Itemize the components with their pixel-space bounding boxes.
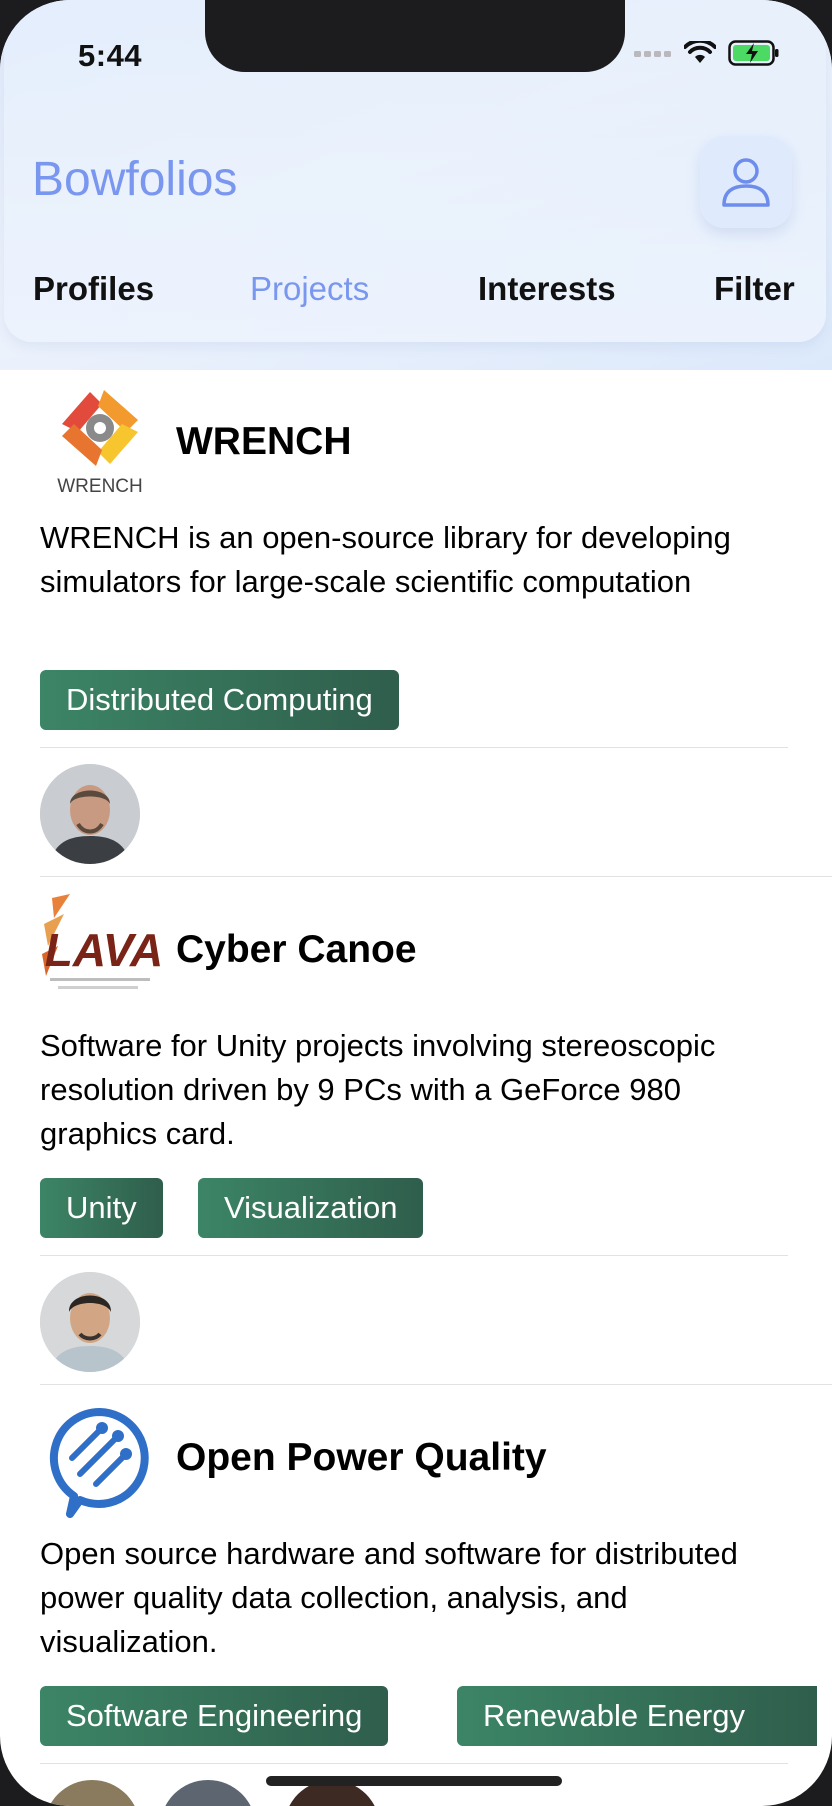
interest-tag[interactable]: Unity [40,1178,163,1238]
wifi-icon [684,41,716,63]
project-description: Open source hardware and software for di… [40,1536,738,1659]
participant-avatar[interactable] [44,1780,140,1806]
cellular-signal-icon [634,51,671,57]
svg-text:LAVA: LAVA [45,924,160,976]
divider [40,876,832,877]
app-title: Bowfolios [32,153,238,206]
tab-bar: Profiles Projects Interests Filter [0,270,832,320]
tab-profiles[interactable]: Profiles [33,270,154,308]
interest-tag[interactable]: Distributed Computing [40,670,399,730]
battery-charging-icon [728,40,779,66]
tab-projects[interactable]: Projects [250,270,369,308]
project-description: WRENCH is an open-source library for dev… [40,520,731,599]
lava-logo: LAVA [40,890,163,1010]
divider [40,1763,788,1764]
home-indicator[interactable] [266,1776,562,1786]
status-time: 5:44 [78,38,143,73]
profile-button[interactable] [700,136,792,228]
interest-tag[interactable]: Software Engineering [40,1686,389,1746]
participant-avatar[interactable] [40,764,140,864]
divider [40,1255,788,1256]
status-icons [634,40,780,66]
tab-interests[interactable]: Interests [478,270,616,308]
tab-filter[interactable]: Filter [714,270,795,308]
divider [40,1384,832,1385]
project-description: Software for Unity projects involving st… [40,1028,716,1151]
participant-avatar[interactable] [160,1780,256,1806]
svg-text:WRENCH: WRENCH [57,476,143,497]
project-title: Cyber Canoe [176,928,417,971]
user-icon [722,158,770,207]
project-title: WRENCH [176,420,352,463]
project-title: Open Power Quality [176,1436,547,1479]
device-notch [205,0,625,72]
wrench-logo: WRENCH [40,380,160,500]
participant-avatar[interactable] [40,1272,140,1372]
interest-tag[interactable]: Visualization [198,1178,424,1238]
divider [40,747,788,748]
app-screen: 5:44 Bowfolios Profiles Projects Interes… [0,0,832,1806]
interest-tag[interactable]: Renewable Energy [457,1686,817,1746]
open-power-quality-logo [40,1400,160,1520]
